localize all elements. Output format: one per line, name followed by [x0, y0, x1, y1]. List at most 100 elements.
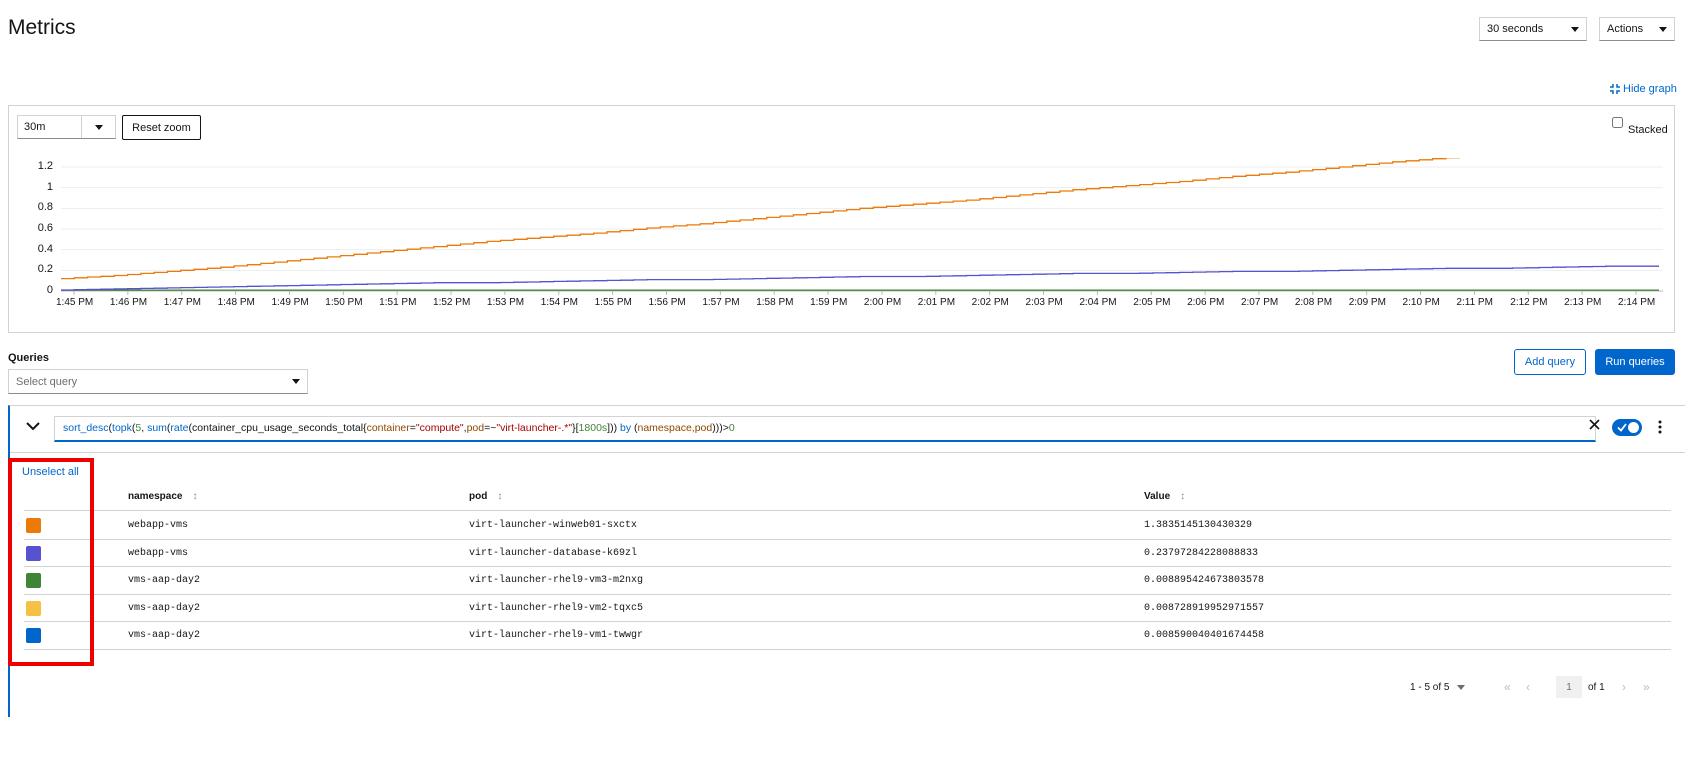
query-token-keyword: by: [619, 422, 632, 434]
x-tick-label: 2:09 PM: [1348, 297, 1386, 308]
table-row: vms-aap-day2 virt-launcher-rhel9-vm3-m2nx…: [10, 567, 1672, 595]
query-enable-toggle[interactable]: [1612, 419, 1642, 436]
col-header-value[interactable]: Value ↕: [1144, 491, 1185, 502]
x-tick-label: 1:56 PM: [648, 297, 686, 308]
time-range-select[interactable]: 30m: [17, 115, 116, 139]
pagination-range: 1 - 5 of 5: [1410, 682, 1450, 693]
select-query-placeholder: Select query: [16, 375, 78, 388]
next-page-button[interactable]: ›: [1622, 680, 1626, 694]
stacked-checkbox[interactable]: [1612, 117, 1623, 128]
query-token-label: namespace,pod: [637, 422, 713, 434]
x-tick-label: 2:07 PM: [1240, 297, 1279, 308]
queries-heading: Queries: [8, 352, 49, 364]
select-query-dropdown[interactable]: Select query: [8, 369, 308, 394]
y-tick-label: 0.4: [37, 242, 53, 255]
first-page-button[interactable]: «: [1504, 680, 1511, 694]
cell-pod: virt-launcher-rhel9-vm2-tqxc5: [469, 602, 644, 614]
cell-namespace: webapp-vms: [128, 520, 189, 531]
toggle-knob: [1628, 422, 1639, 433]
query-token-function: topk: [112, 422, 132, 434]
hide-graph-label: Hide graph: [1623, 83, 1677, 95]
col-header-namespace[interactable]: namespace ↕: [128, 491, 197, 502]
table-row: webapp-vms virt-launcher-database-k69zl 0.…: [10, 540, 1672, 567]
cell-value: 0.008590040401674458: [1144, 630, 1265, 641]
x-tick-label: 1:57 PM: [702, 297, 740, 308]
x-tick-label: 1:55 PM: [594, 297, 632, 308]
col-header-pod[interactable]: pod ↕: [469, 491, 502, 502]
query-token-function: sum: [147, 422, 167, 434]
table-header-divider: [24, 510, 1671, 511]
kebab-icon: [1658, 420, 1662, 434]
previous-page-button[interactable]: ‹: [1526, 680, 1530, 694]
query-token-string: "virt-launcher-.*": [496, 422, 573, 434]
line-chart: [61, 158, 1663, 295]
y-tick-label: 0.8: [37, 201, 53, 214]
series-line: [61, 158, 1460, 280]
query-token-string: "compute": [415, 422, 464, 434]
query-token-duration: 1800s: [578, 422, 608, 434]
stacked-label: Stacked: [1628, 124, 1668, 136]
page-title: Metrics: [8, 16, 76, 39]
time-range-toggle[interactable]: [81, 116, 115, 138]
cell-value: 1.3835145130430329: [1144, 520, 1253, 531]
x-tick-label: 2:14 PM: [1618, 297, 1656, 308]
x-tick-label: 1:50 PM: [325, 297, 363, 308]
page-of-label: of 1: [1588, 682, 1605, 693]
cell-value: 0.23797284228088833: [1144, 547, 1259, 559]
x-tick-label: 1:59 PM: [810, 297, 848, 308]
caret-down-icon: [94, 124, 103, 130]
col-header-label: namespace: [128, 491, 183, 502]
query-token-operator: =~: [484, 422, 497, 434]
cell-value: 0.008728919952971557: [1144, 602, 1265, 614]
graph-panel: 30m Reset zoom Stacked 1.2 1 0.8 0.6 0.4 0.2 0…: [8, 105, 1675, 333]
cell-namespace: vms-aap-day2: [128, 602, 201, 614]
actions-dropdown[interactable]: Actions: [1599, 17, 1675, 41]
caret-down-icon: [1659, 26, 1667, 32]
highlight-annotation: [8, 458, 94, 666]
x-tick-label: 2:10 PM: [1402, 297, 1440, 308]
x-tick-label: 2:11 PM: [1456, 297, 1493, 308]
x-tick-label: 2:03 PM: [1025, 297, 1063, 308]
query-token-function: rate: [170, 422, 189, 434]
caret-down-icon: [292, 379, 300, 384]
add-query-button[interactable]: Add query: [1514, 349, 1586, 375]
reset-zoom-button[interactable]: Reset zoom: [122, 115, 201, 140]
x-tick-label: 1:52 PM: [433, 297, 471, 308]
query-kebab-button[interactable]: [1658, 420, 1662, 439]
time-range-value: 30m: [24, 121, 46, 133]
hide-graph-link[interactable]: Hide graph: [1610, 83, 1677, 95]
expand-toggle[interactable]: [26, 418, 40, 436]
actions-label: Actions: [1607, 23, 1644, 35]
x-tick-label: 1:47 PM: [163, 297, 201, 308]
y-tick-label: 0.2: [37, 263, 53, 276]
last-page-button[interactable]: »: [1643, 680, 1650, 694]
series-line: [61, 265, 1659, 291]
table-row: vms-aap-day2 virt-launcher-rhel9-vm1-twwg…: [10, 622, 1672, 650]
pagination-range-toggle[interactable]: 1 - 5 of 5: [1410, 682, 1466, 693]
x-tick-label: 2:12 PM: [1510, 297, 1548, 308]
divider: [10, 452, 1685, 453]
query-token-label: container: [366, 422, 410, 434]
run-queries-button[interactable]: Run queries: [1595, 349, 1675, 375]
x-tick-label: 1:58 PM: [756, 297, 794, 308]
cell-namespace: vms-aap-day2: [128, 630, 201, 641]
y-tick-label: 1: [46, 180, 53, 193]
x-tick-label: 2:02 PM: [971, 297, 1009, 308]
clear-query-button[interactable]: [1588, 418, 1601, 436]
x-tick-label: 1:51 PM: [379, 297, 417, 308]
sort-icon: ↕: [497, 491, 503, 502]
table-row: vms-aap-day2 virt-launcher-rhel9-vm2-tqxc…: [10, 595, 1672, 622]
x-tick-label: 1:53 PM: [486, 297, 525, 308]
x-tick-label: 2:05 PM: [1133, 297, 1171, 308]
refresh-interval-dropdown[interactable]: 30 seconds: [1479, 17, 1587, 41]
x-tick-label: 2:04 PM: [1079, 297, 1117, 308]
page-number-input[interactable]: 1: [1556, 676, 1582, 698]
x-tick-label: 1:46 PM: [109, 297, 148, 308]
sort-icon: ↕: [1180, 491, 1186, 502]
query-token-paren: )))>: [712, 422, 729, 434]
query-token-metric: (container_cpu_usage_seconds_total{: [188, 422, 367, 434]
x-tick-label: 2:06 PM: [1187, 297, 1225, 308]
close-icon: [1589, 419, 1600, 430]
query-expression-input[interactable]: sort_desc(topk(5, sum(rate(container_cpu…: [54, 416, 1596, 442]
query-token-label: pod: [466, 422, 485, 434]
